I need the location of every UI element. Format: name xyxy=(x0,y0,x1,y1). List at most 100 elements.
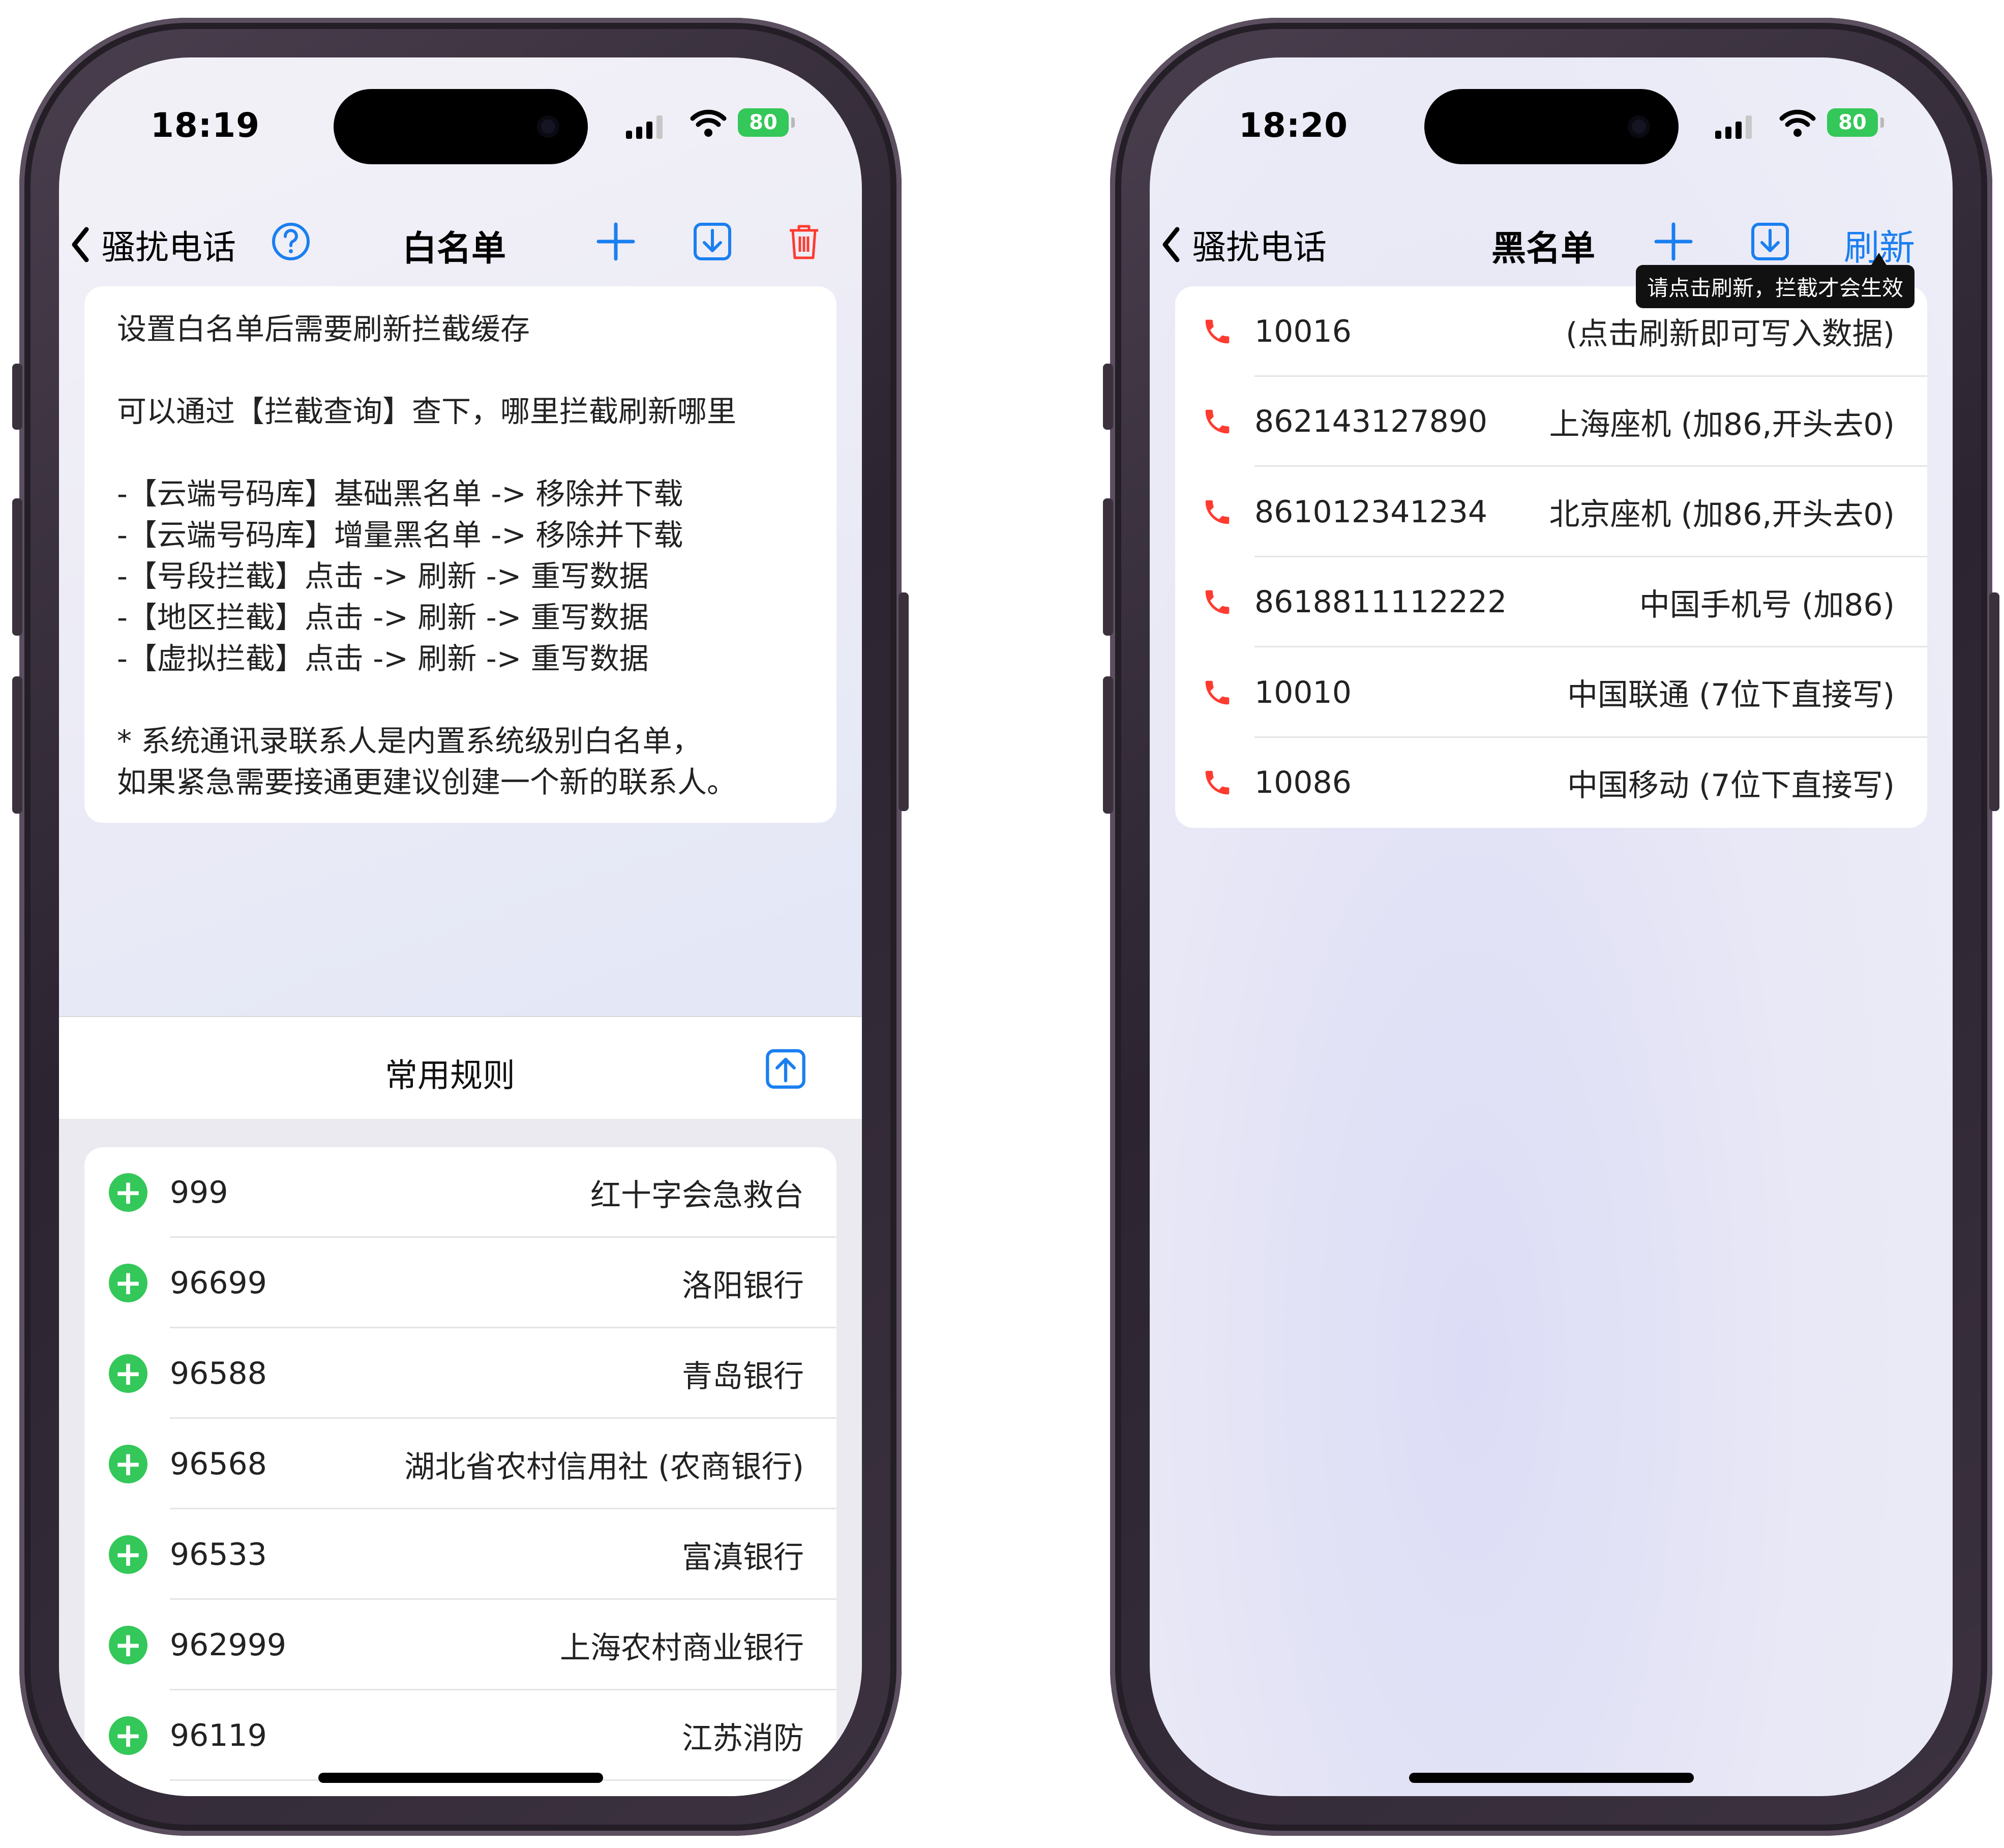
rule-row[interactable]: +962999 上海农村商业银行 xyxy=(84,1600,836,1690)
dynamic-island xyxy=(333,89,588,164)
dynamic-island xyxy=(1424,89,1679,164)
cellular-signal-icon xyxy=(626,113,667,139)
blacklist-number: 10016 xyxy=(1254,313,1352,349)
status-time: 18:19 xyxy=(151,106,260,145)
blacklist-label: (点击刷新即可写入数据) xyxy=(1566,316,1895,352)
info-line xyxy=(117,432,804,473)
trash-icon[interactable] xyxy=(784,221,824,262)
add-icon[interactable] xyxy=(595,221,636,262)
rules-list: +999 红十字会急救台 +96699 洛阳银行 +96588 青岛银行 +96568 湖北省… xyxy=(84,1147,836,1796)
rule-row[interactable]: +999 红十字会急救台 xyxy=(84,1147,836,1238)
rule-label: 红十字会急救台 xyxy=(590,1177,804,1213)
page-title: 黑名单 xyxy=(1491,229,1596,269)
add-circle-icon[interactable]: + xyxy=(109,1354,147,1393)
blacklist-label: 中国移动 (7位下直接写) xyxy=(1567,767,1895,803)
rule-number: 96568 xyxy=(170,1446,267,1482)
left-screen: 18:19 80 骚扰电话 白名单 设置白名单后需要刷新拦截缓存 可以通过【拦截… xyxy=(59,57,862,1796)
import-icon[interactable] xyxy=(1750,221,1790,262)
blacklist-number: 10086 xyxy=(1254,765,1352,801)
rule-label: 青岛银行 xyxy=(682,1358,804,1394)
info-line: * 系统通讯录联系人是内置系统级别白名单， xyxy=(117,724,702,758)
phone-icon xyxy=(1205,500,1230,524)
info-line: -【云端号码库】增量黑名单 -> 移除并下载 xyxy=(117,518,683,552)
common-rules-sheet: +999 红十字会急救台 +96699 洛阳银行 +96588 青岛银行 +96568 湖北省… xyxy=(59,1119,862,1796)
help-icon[interactable] xyxy=(271,221,311,262)
wifi-icon xyxy=(690,109,727,137)
cellular-signal-icon xyxy=(1715,113,1756,139)
blacklist-row[interactable]: 8618811112222 中国手机号 (加86) xyxy=(1175,557,1927,647)
phone-icon xyxy=(1205,319,1230,343)
rule-row[interactable]: +96533 富滇银行 xyxy=(84,1509,836,1600)
home-indicator[interactable] xyxy=(1409,1773,1694,1783)
rule-row[interactable]: +96699 洛阳银行 xyxy=(84,1238,836,1328)
blacklist-label: 北京座机 (加86,开头去0) xyxy=(1549,497,1895,533)
rule-label: 上海农村商业银行 xyxy=(560,1630,804,1666)
blacklist-card: 10016 (点击刷新即可写入数据) 862143127890 上海座机 (加86,开… xyxy=(1175,286,1927,828)
phone-icon xyxy=(1205,410,1230,434)
import-icon[interactable] xyxy=(692,221,733,262)
back-label: 骚扰电话 xyxy=(1192,228,1327,267)
add-circle-icon[interactable]: + xyxy=(109,1716,147,1755)
battery-indicator: 80 xyxy=(738,108,795,137)
chevron-left-icon xyxy=(72,227,89,262)
blacklist-number: 10010 xyxy=(1254,674,1352,710)
page-title: 白名单 xyxy=(402,229,506,269)
info-card: 设置白名单后需要刷新拦截缓存可以通过【拦截查询】查下，哪里拦截刷新哪里 -【云端号… xyxy=(84,286,836,823)
add-circle-icon[interactable]: + xyxy=(109,1445,147,1483)
left-phone-frame: 18:19 80 骚扰电话 白名单 设置白名单后需要刷新拦截缓存 可以通过【拦截… xyxy=(12,18,909,1836)
phone-icon xyxy=(1205,590,1230,614)
info-line xyxy=(117,679,804,721)
add-circle-icon[interactable]: + xyxy=(109,1173,147,1212)
add-circle-icon[interactable]: + xyxy=(109,1264,147,1302)
rule-label: 江苏消防 xyxy=(682,1720,804,1756)
info-line: 设置白名单后需要刷新拦截缓存 xyxy=(117,312,530,346)
add-circle-icon[interactable]: + xyxy=(109,1626,147,1664)
rule-label: 富滇银行 xyxy=(682,1539,804,1575)
rule-row[interactable]: +96588 青岛银行 xyxy=(84,1328,836,1419)
rule-row[interactable]: +96568 湖北省农村信用社 (农商银行) xyxy=(84,1419,836,1509)
blacklist-label: 上海座机 (加86,开头去0) xyxy=(1549,406,1895,442)
info-line: -【地区拦截】点击 -> 刷新 -> 重写数据 xyxy=(117,600,649,635)
blacklist-label: 中国手机号 (加86) xyxy=(1639,587,1895,623)
right-screen: 18:20 80 骚扰电话 黑名单 刷新 10016 (点击刷新即可写入数据) … xyxy=(1150,57,1953,1796)
info-line: 可以通过【拦截查询】查下，哪里拦截刷新哪里 xyxy=(117,394,737,429)
right-phone-frame: 18:20 80 骚扰电话 黑名单 刷新 10016 (点击刷新即可写入数据) … xyxy=(1103,18,1999,1836)
blacklist-row[interactable]: 10086 中国移动 (7位下直接写) xyxy=(1175,738,1927,828)
back-button[interactable]: 骚扰电话 xyxy=(1161,220,1327,269)
rule-number: 96119 xyxy=(170,1718,267,1753)
sheet-title: 常用规则 xyxy=(385,1057,516,1095)
blacklist-number: 8618811112222 xyxy=(1254,584,1507,620)
add-icon[interactable] xyxy=(1653,221,1694,262)
common-rules-header: 常用规则 xyxy=(59,1016,862,1120)
rule-row[interactable]: +96119 江苏消防 xyxy=(84,1690,836,1781)
back-button[interactable]: 骚扰电话 xyxy=(70,220,236,269)
blacklist-number: 862143127890 xyxy=(1254,404,1488,440)
status-time: 18:20 xyxy=(1239,106,1349,145)
rule-number: 96699 xyxy=(170,1265,267,1301)
wifi-icon xyxy=(1779,109,1816,137)
info-line: 如果紧急需要接通更建议创建一个新的联系人。 xyxy=(117,765,737,799)
back-label: 骚扰电话 xyxy=(102,228,236,267)
info-line: -【云端号码库】基础黑名单 -> 移除并下载 xyxy=(117,476,683,511)
rule-number: 999 xyxy=(170,1175,228,1210)
blacklist-row[interactable]: 861012341234 北京座机 (加86,开头去0) xyxy=(1175,467,1927,557)
rule-label: 湖北省农村信用社 (农商银行) xyxy=(404,1449,804,1485)
info-line xyxy=(117,350,804,391)
blacklist-number: 861012341234 xyxy=(1254,494,1488,530)
rule-number: 96588 xyxy=(170,1356,267,1391)
phone-icon xyxy=(1205,680,1230,704)
blacklist-row[interactable]: 10010 中国联通 (7位下直接写) xyxy=(1175,647,1927,738)
home-indicator[interactable] xyxy=(318,1773,603,1783)
info-text: 设置白名单后需要刷新拦截缓存可以通过【拦截查询】查下，哪里拦截刷新哪里 -【云端号… xyxy=(84,286,836,823)
blacklist-row[interactable]: 862143127890 上海座机 (加86,开头去0) xyxy=(1175,377,1927,467)
export-icon[interactable] xyxy=(764,1048,807,1090)
add-circle-icon[interactable]: + xyxy=(109,1535,147,1574)
nav-bar: 骚扰电话 白名单 xyxy=(59,205,862,271)
rule-number: 96533 xyxy=(170,1537,267,1572)
info-line: -【虚拟拦截】点击 -> 刷新 -> 重写数据 xyxy=(117,641,649,676)
info-line: -【号段拦截】点击 -> 刷新 -> 重写数据 xyxy=(117,559,649,593)
refresh-tooltip: 请点击刷新，拦截才会生效 xyxy=(1635,253,1915,308)
nav-bar: 骚扰电话 黑名单 刷新 xyxy=(1150,205,1953,271)
chevron-left-icon xyxy=(1162,227,1180,262)
battery-indicator: 80 xyxy=(1827,108,1884,137)
